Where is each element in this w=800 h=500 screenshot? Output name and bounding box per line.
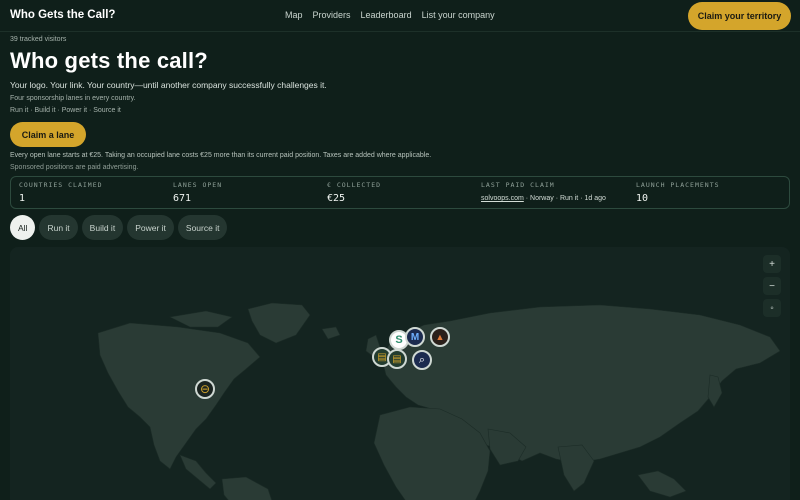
land-arctic-islands xyxy=(169,310,233,328)
page-title: Who gets the call? xyxy=(10,48,208,73)
stat-launch-value: 10 xyxy=(636,193,649,204)
stat-lanes-value: 671 xyxy=(173,193,192,204)
europe-marker-m[interactable]: M xyxy=(405,327,425,347)
last-claim-company-link[interactable]: solvoops.com xyxy=(481,195,524,202)
stat-countries-label: Countries claimed xyxy=(19,181,103,189)
stat-lanes-label: Lanes open xyxy=(173,181,223,189)
north-america-marker[interactable]: ⊖ xyxy=(195,379,215,399)
zoom-out-button[interactable]: − xyxy=(763,277,781,295)
europe-marker-search[interactable]: ⌕ xyxy=(412,350,432,370)
brand-logo[interactable]: Who Gets the Call? xyxy=(10,9,115,21)
nav-providers[interactable]: Providers xyxy=(313,10,351,20)
sponsored-disclaimer: Sponsored positions are paid advertising… xyxy=(10,164,139,171)
claim-lane-button[interactable]: Claim a lane xyxy=(10,122,86,147)
stat-last-claim-value: solvoops.com · Norway · Run it · 1d ago xyxy=(481,195,606,202)
stat-last-claim-label: Last paid claim xyxy=(481,181,555,189)
reset-view-button[interactable]: ◦ xyxy=(763,299,781,317)
land-south-america xyxy=(221,476,272,500)
filter-run-it[interactable]: Run it xyxy=(39,215,78,240)
stat-launch-label: Launch placements xyxy=(636,181,720,189)
europe-marker-card-2[interactable]: ▤ xyxy=(387,349,407,369)
tagline: Your logo. Your link. Your country—until… xyxy=(10,80,327,90)
filter-build-it[interactable]: Build it xyxy=(81,215,124,240)
lanes-list: Run it · Build it · Power it · Source it xyxy=(10,107,121,114)
stat-launch: Launch placements 10 xyxy=(636,181,720,204)
visitor-count: 39 tracked visitors xyxy=(10,36,67,43)
claim-territory-button[interactable]: Claim your territory xyxy=(688,2,791,30)
stat-collected-value: €25 xyxy=(327,193,346,204)
stat-countries: Countries claimed 1 xyxy=(19,181,103,204)
stat-last-claim: Last paid claim solvoops.com · Norway · … xyxy=(481,181,606,202)
filter-power-it[interactable]: Power it xyxy=(127,215,174,240)
land-greenland xyxy=(247,302,311,344)
world-map[interactable]: + − ◦ ⊖ S M ▲ ▤ ▤ ⌕ xyxy=(10,247,790,500)
last-claim-detail: · Norway · Run it · 1d ago xyxy=(523,195,606,202)
land-central-america xyxy=(179,454,217,490)
pricing-note: Every open lane starts at €25. Taking an… xyxy=(10,152,432,159)
land-iceland xyxy=(321,326,341,340)
main-nav: Map Providers Leaderboard List your comp… xyxy=(285,10,495,20)
lane-filters: All Run it Build it Power it Source it xyxy=(10,215,228,240)
stat-lanes: Lanes open 671 xyxy=(173,181,222,204)
world-map-canvas xyxy=(97,302,781,500)
nav-list-company[interactable]: List your company xyxy=(422,10,495,20)
nav-leaderboard[interactable]: Leaderboard xyxy=(361,10,412,20)
stat-collected-label: € collected xyxy=(327,181,382,189)
nav-map[interactable]: Map xyxy=(285,10,303,20)
top-bar: Who Gets the Call? Map Providers Leaderb… xyxy=(0,0,800,32)
europe-marker-a[interactable]: ▲ xyxy=(430,327,450,347)
filter-source-it[interactable]: Source it xyxy=(177,215,228,240)
stats-panel: Countries claimed 1 Lanes open 671 € col… xyxy=(10,176,790,209)
lanes-note: Four sponsorship lanes in every country. xyxy=(10,95,136,102)
land-north-america xyxy=(97,322,261,470)
land-southeast-asia xyxy=(637,470,687,498)
filter-all[interactable]: All xyxy=(10,215,36,240)
stat-collected: € collected €25 xyxy=(327,181,381,204)
stat-countries-value: 1 xyxy=(19,193,26,204)
zoom-in-button[interactable]: + xyxy=(763,255,781,273)
